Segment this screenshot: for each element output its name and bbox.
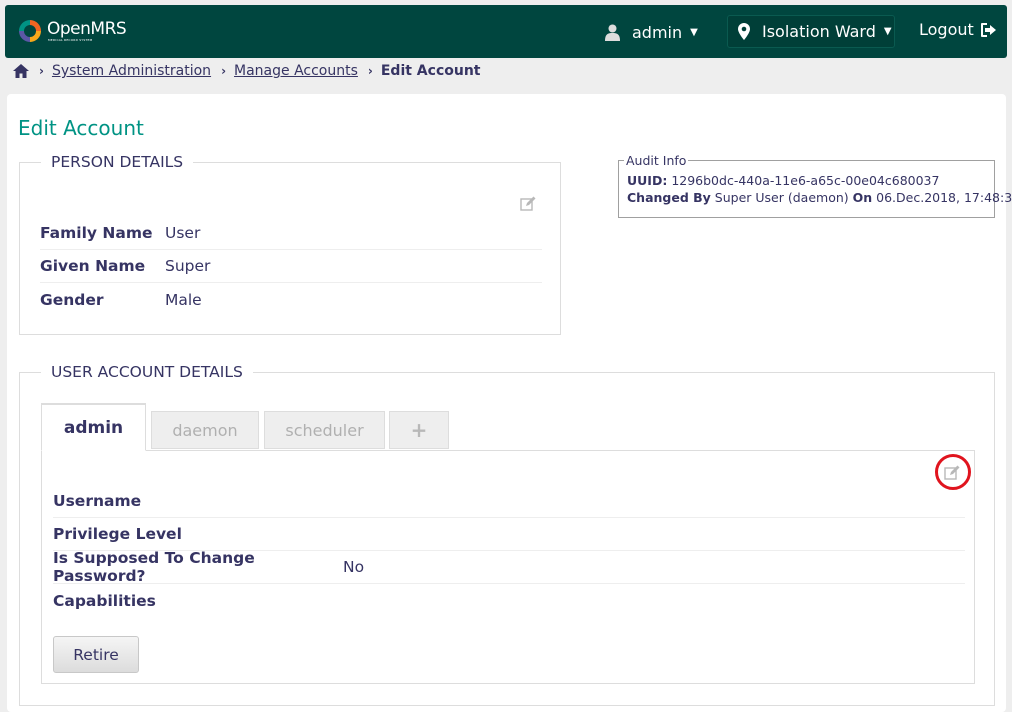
changed-by-value: Super User (daemon) — [714, 190, 849, 205]
person-row-given-name: Given Name Super — [40, 250, 542, 283]
main-content: Edit Account PERSON DETAILS Family Name … — [7, 94, 1012, 712]
breadcrumb-separator-icon: › — [39, 64, 44, 78]
family-name-label: Family Name — [40, 224, 153, 242]
breadcrumb-manage-accounts[interactable]: Manage Accounts — [234, 63, 358, 79]
account-tab-panel: Username Privilege Level Is Supposed To … — [41, 450, 975, 684]
capabilities-label: Capabilities — [53, 591, 156, 610]
on-label: On — [852, 190, 873, 205]
tab-scheduler[interactable]: scheduler — [264, 411, 385, 449]
account-row-privilege-level: Privilege Level — [53, 518, 965, 551]
map-pin-icon — [738, 23, 750, 40]
user-menu[interactable]: admin ▼ — [605, 20, 698, 44]
breadcrumb-system-administration[interactable]: System Administration — [52, 63, 211, 79]
given-name-label: Given Name — [40, 257, 146, 275]
user-account-details-section: USER ACCOUNT DETAILS admin daemon schedu… — [19, 363, 995, 706]
family-name-value: User — [165, 224, 201, 242]
breadcrumb-current: Edit Account — [380, 63, 481, 79]
retire-button[interactable]: Retire — [53, 636, 139, 673]
audit-info-box: Audit Info UUID: 1296b0dc-440a-11e6-a65c… — [618, 153, 1012, 218]
page-title: Edit Account — [18, 116, 144, 140]
edit-person-icon[interactable] — [520, 196, 536, 212]
person-row-family-name: Family Name User — [40, 217, 542, 250]
gender-label: Gender — [40, 290, 104, 309]
change-password-value: No — [343, 558, 365, 576]
gender-value: Male — [165, 290, 202, 309]
account-row-change-password: Is Supposed To Change Password? No — [53, 549, 965, 585]
changed-by-label: Changed By — [627, 190, 711, 205]
location-label: Isolation Ward — [762, 22, 876, 41]
account-row-capabilities: Capabilities — [53, 584, 965, 617]
breadcrumb-separator-icon: › — [367, 64, 373, 78]
home-icon[interactable] — [13, 64, 29, 78]
user-icon — [605, 24, 620, 41]
sign-out-icon — [980, 22, 996, 37]
logo-text: OpenMRS — [47, 19, 127, 39]
chevron-down-icon: ▼ — [883, 26, 892, 37]
breadcrumb: › System Administration › Manage Account… — [13, 62, 481, 80]
given-name-value: Super — [165, 257, 211, 275]
username-field-label: Username — [53, 492, 142, 510]
uuid-label: UUID: — [627, 173, 668, 188]
change-password-label: Is Supposed To Change Password? — [53, 549, 255, 585]
breadcrumb-separator-icon: › — [221, 64, 227, 78]
audit-uuid-line: UUID: 1296b0dc-440a-11e6-a65c-00e04c6800… — [627, 173, 939, 188]
logout-label: Logout — [919, 20, 974, 39]
person-row-gender: Gender Male — [40, 283, 542, 316]
uuid-value: 1296b0dc-440a-11e6-a65c-00e04c680037 — [671, 173, 940, 188]
logout-button[interactable]: Logout — [919, 20, 997, 39]
logo-subtitle: MEDICAL RECORD SYSTEM — [48, 38, 93, 42]
changed-on-value: 06.Dec.2018, 17:48:38 — [876, 190, 1012, 205]
tab-daemon[interactable]: daemon — [151, 411, 259, 449]
user-account-details-legend: USER ACCOUNT DETAILS — [41, 363, 253, 381]
username-label: admin — [632, 22, 683, 42]
openmrs-logo-icon — [19, 20, 41, 42]
account-row-username: Username — [53, 485, 965, 518]
chevron-down-icon: ▼ — [690, 26, 698, 38]
tab-admin[interactable]: admin — [41, 403, 146, 451]
person-details-section: PERSON DETAILS Family Name User Given Na… — [19, 153, 561, 335]
person-details-legend: PERSON DETAILS — [41, 153, 194, 171]
openmrs-logo[interactable]: OpenMRS MEDICAL RECORD SYSTEM — [17, 16, 137, 48]
add-account-tab[interactable]: + — [389, 411, 449, 449]
location-selector[interactable]: Isolation Ward ▼ — [727, 15, 895, 48]
privilege-level-label: Privilege Level — [53, 525, 182, 543]
audit-info-legend: Audit Info — [624, 153, 689, 168]
top-header: OpenMRS MEDICAL RECORD SYSTEM admin ▼ Is… — [5, 5, 1007, 58]
audit-changed-line: Changed By Super User (daemon) On 06.Dec… — [627, 190, 1012, 205]
